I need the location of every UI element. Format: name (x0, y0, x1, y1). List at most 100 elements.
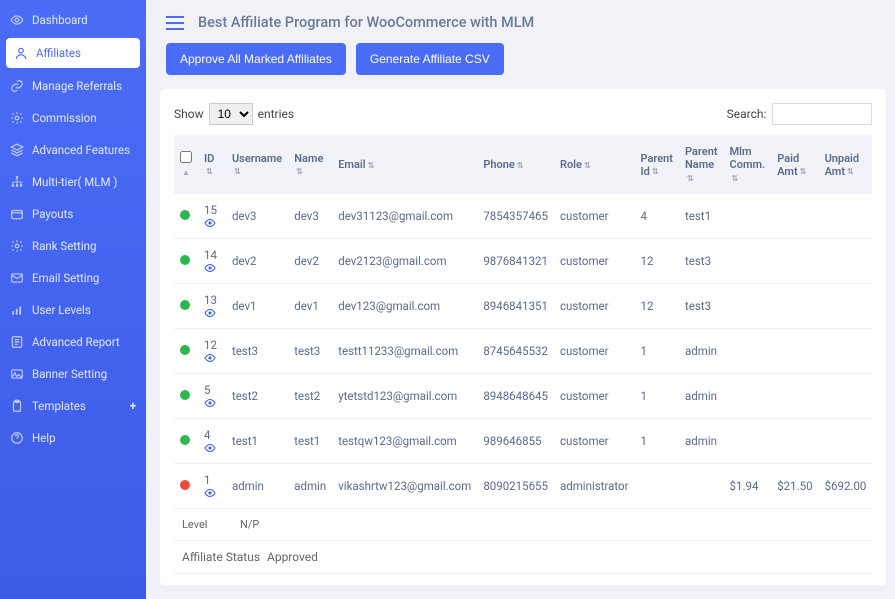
sort-icon: ⇅ (584, 162, 591, 169)
bars-icon (10, 303, 24, 317)
sidebar-item-label: Multi-tier( MLM ) (32, 175, 117, 189)
sidebar-item-banner-setting[interactable]: Banner Setting (0, 358, 146, 390)
tree-icon (10, 175, 24, 189)
row-parent-name: test1 (679, 194, 724, 239)
sort-icon: ⇅ (687, 175, 694, 182)
row-username: dev3 (226, 194, 288, 239)
column-header[interactable]: Name⇅ (288, 135, 332, 194)
column-header[interactable]: Role⇅ (554, 135, 635, 194)
row-mlm (724, 194, 772, 239)
sidebar-item-advanced-report[interactable]: Advanced Report (0, 326, 146, 358)
entries-select[interactable]: 10 (209, 103, 253, 125)
sidebar-item-templates[interactable]: Templates+ (0, 390, 146, 422)
expand-icon[interactable] (180, 390, 190, 400)
gear-icon (10, 111, 24, 125)
row-mlm (724, 419, 772, 464)
approve-all-button[interactable]: Approve All Marked Affiliates (166, 43, 346, 75)
sidebar-item-affiliates[interactable]: Affiliates (6, 38, 140, 68)
table-row: 13 dev1dev1dev123@gmail.com8946841351cus… (174, 284, 872, 329)
row-role: customer (554, 284, 635, 329)
column-header[interactable]: Phone⇅ (477, 135, 554, 194)
sidebar-item-multi-tier-mlm[interactable]: Multi-tier( MLM ) (0, 166, 146, 198)
sidebar-item-label: Advanced Report (32, 335, 120, 349)
row-email: ytetstd123@gmail.com (332, 374, 477, 419)
sidebar-item-dashboard[interactable]: Dashboard (0, 4, 146, 36)
row-name: test1 (288, 419, 332, 464)
row-unpaid (819, 374, 873, 419)
row-mlm (724, 374, 772, 419)
expand-icon[interactable] (180, 300, 190, 310)
clipboard-icon (10, 399, 24, 413)
row-username: test2 (226, 374, 288, 419)
view-icon[interactable] (204, 307, 220, 319)
expand-icon[interactable] (180, 210, 190, 220)
row-parent-id: 4 (634, 194, 679, 239)
sidebar-item-label: Advanced Features (32, 143, 130, 157)
view-icon[interactable] (204, 397, 220, 409)
row-phone: 8745645532 (477, 329, 554, 374)
mail-icon (10, 271, 24, 285)
sort-icon: ⇅ (847, 168, 854, 175)
generate-csv-button[interactable]: Generate Affiliate CSV (356, 43, 504, 75)
sort-icon: ⇅ (517, 162, 524, 169)
detail-table: Level N/P Affiliate Status Approved (174, 509, 872, 574)
sidebar-item-label: Banner Setting (32, 367, 107, 381)
sidebar-item-rank-setting[interactable]: Rank Setting (0, 230, 146, 262)
column-label: Parent Name (685, 145, 718, 171)
search-label: Search: (727, 107, 767, 121)
menu-toggle-icon[interactable] (166, 16, 184, 30)
expand-icon[interactable] (180, 345, 190, 355)
column-header[interactable]: Email⇅ (332, 135, 477, 194)
expand-icon[interactable] (180, 435, 190, 445)
sidebar-item-label: Rank Setting (32, 239, 96, 253)
column-header[interactable]: Unpaid Amt⇅ (819, 135, 873, 194)
row-id: 15 (204, 203, 217, 217)
column-label: Username (232, 152, 282, 165)
column-header[interactable]: Parent Name ⇅ (679, 135, 724, 194)
view-icon[interactable] (204, 262, 220, 274)
column-header[interactable]: Paid Amt⇅ (771, 135, 818, 194)
column-header[interactable]: ID⇅ (198, 135, 226, 194)
row-phone: 9876841321 (477, 239, 554, 284)
sidebar-item-user-levels[interactable]: User Levels (0, 294, 146, 326)
affiliate-status-value: Approved (267, 550, 318, 564)
row-phone: 8948648645 (477, 374, 554, 419)
table-card: Show 10 entries Search: ▲ID⇅Username⇅Nam… (160, 89, 886, 585)
sort-icon: ⇅ (732, 175, 739, 182)
link-icon (10, 79, 24, 93)
sidebar-item-email-setting[interactable]: Email Setting (0, 262, 146, 294)
sidebar-item-commission[interactable]: Commission (0, 102, 146, 134)
row-paid (771, 239, 818, 284)
select-all-checkbox[interactable] (180, 151, 192, 163)
entries-label: entries (258, 107, 294, 121)
row-parent-name: admin (679, 419, 724, 464)
row-phone: 7854357465 (477, 194, 554, 239)
search-input[interactable] (772, 103, 872, 125)
row-role: administrator (554, 464, 635, 509)
sidebar-item-label: Templates (32, 399, 86, 413)
sort-icon: ⇅ (296, 168, 303, 175)
sidebar-item-label: Email Setting (32, 271, 99, 285)
topbar: Best Affiliate Program for WooCommerce w… (146, 0, 895, 43)
sidebar: DashboardAffiliatesManage ReferralsCommi… (0, 0, 146, 599)
view-icon[interactable] (204, 487, 220, 499)
row-unpaid (819, 419, 873, 464)
view-icon[interactable] (204, 352, 220, 364)
row-role: customer (554, 329, 635, 374)
sidebar-item-help[interactable]: Help (0, 422, 146, 454)
column-header[interactable]: Mlm Comm.⇅ (724, 135, 772, 194)
row-role: customer (554, 194, 635, 239)
column-header[interactable]: ▲ (174, 135, 198, 194)
row-unpaid: $692.00 (819, 464, 873, 509)
sidebar-item-payouts[interactable]: Payouts (0, 198, 146, 230)
sidebar-item-advanced-features[interactable]: Advanced Features (0, 134, 146, 166)
row-phone: 8946841351 (477, 284, 554, 329)
column-header[interactable]: Parent Id⇅ (634, 135, 679, 194)
column-header[interactable]: Username⇅ (226, 135, 288, 194)
expand-icon[interactable] (180, 255, 190, 265)
view-icon[interactable] (204, 442, 220, 454)
expand-icon[interactable] (180, 480, 190, 490)
view-icon[interactable] (204, 217, 220, 229)
sidebar-item-manage-referrals[interactable]: Manage Referrals (0, 70, 146, 102)
row-id: 5 (204, 383, 210, 397)
